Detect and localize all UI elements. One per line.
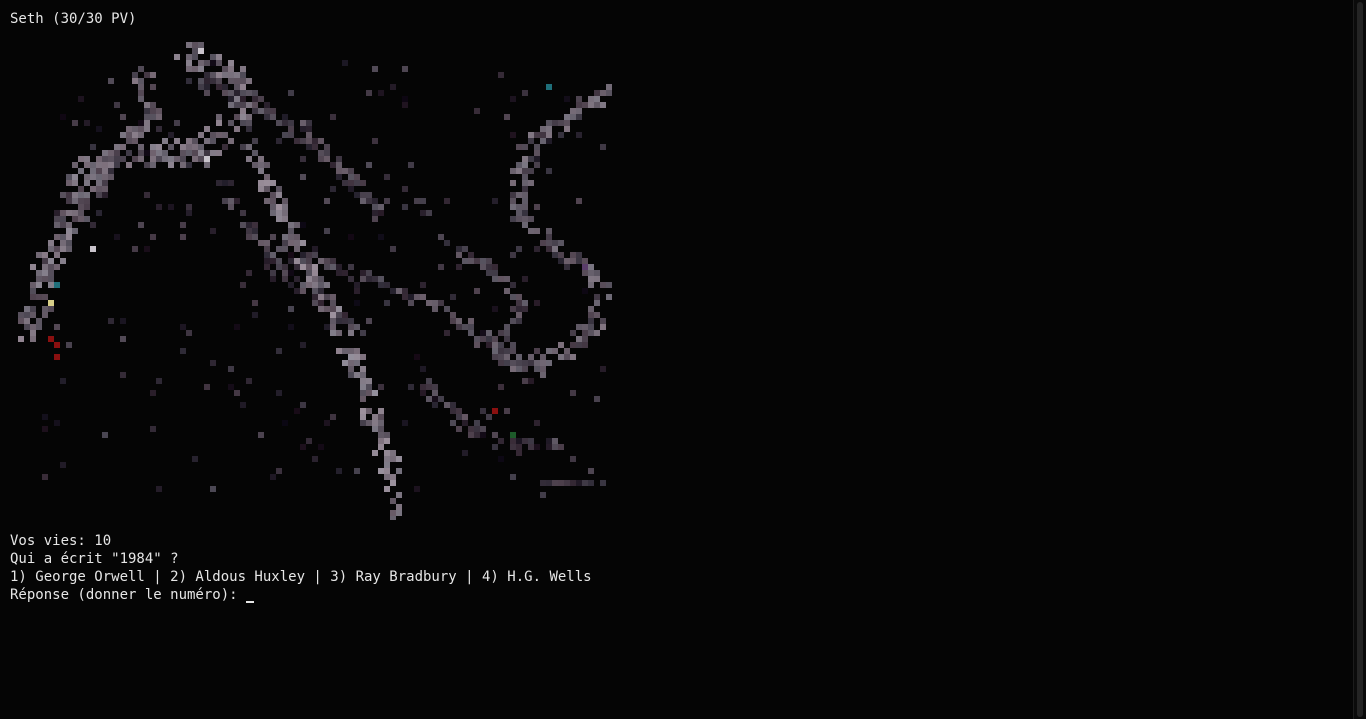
answer-prompt[interactable]: Réponse (donner le numéro):: [10, 586, 255, 604]
quiz-question: Qui a écrit "1984" ?: [10, 551, 179, 567]
prompt-label: Réponse (donner le numéro):: [10, 587, 247, 603]
scrollbar-thumb[interactable]: [1357, 2, 1363, 717]
answer-options: 1) George Orwell | 2) Aldous Huxley | 3)…: [10, 569, 592, 585]
text-cursor[interactable]: [246, 601, 255, 603]
vertical-scrollbar[interactable]: [1353, 0, 1366, 719]
terminal-window: Seth (30/30 PV) Vos vies: 10 Qui a écrit…: [0, 0, 1366, 719]
lives-counter: Vos vies: 10: [10, 533, 112, 549]
pixel-dragon-icon: [18, 42, 612, 520]
